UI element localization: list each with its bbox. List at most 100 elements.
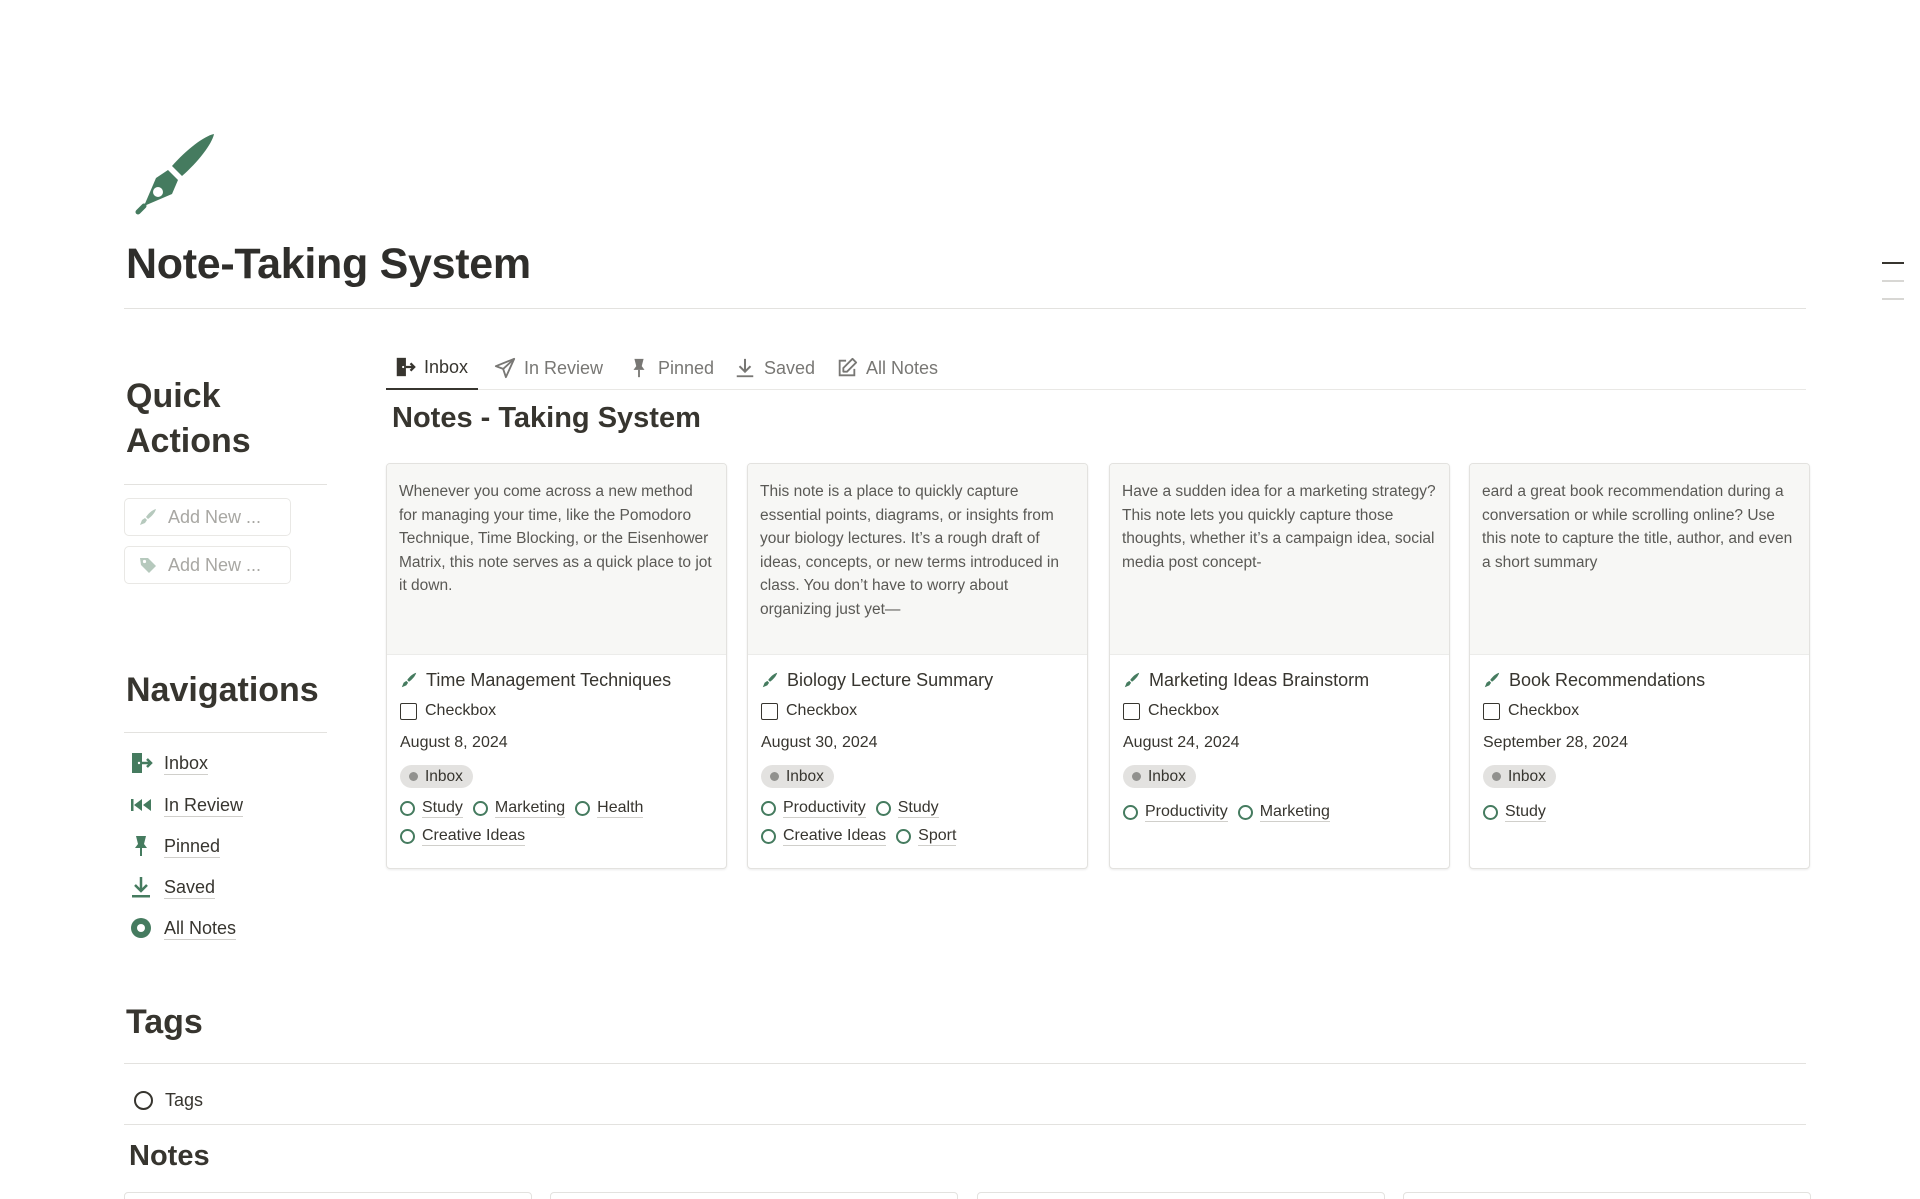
note-card[interactable]: Whenever you come across a new method fo… [386, 463, 727, 869]
nav-item-pinned[interactable]: Pinned [128, 831, 221, 861]
record-circle-icon [128, 915, 154, 941]
tab-all-notes[interactable]: All Notes [836, 346, 938, 390]
card-checkbox[interactable]: Checkbox [400, 701, 713, 721]
card-title[interactable]: Book Recommendations [1483, 667, 1796, 693]
status-badge: Inbox [1483, 765, 1556, 788]
circle-icon [875, 800, 891, 816]
add-new-note-button[interactable]: Add New ... [124, 498, 291, 536]
card-date: September 28, 2024 [1483, 734, 1628, 751]
tab-inbox[interactable]: Inbox [386, 346, 479, 390]
quick-actions-divider [124, 484, 327, 485]
quick-actions-heading: Quick Actions [126, 377, 251, 460]
card-preview: This note is a place to quickly capture … [748, 464, 1087, 655]
circle-icon [400, 828, 415, 844]
title-divider [124, 308, 1806, 309]
tag-icon [140, 558, 156, 573]
tag-chip[interactable]: Study [875, 794, 939, 822]
circle-icon [1123, 804, 1138, 820]
note-card-partial[interactable] [124, 1192, 532, 1199]
tag-chip[interactable]: Sport [896, 822, 957, 850]
card-tags: Productivity Marketing [1123, 798, 1436, 826]
card-title[interactable]: Biology Lecture Summary [761, 667, 1074, 693]
circle-icon [472, 800, 488, 816]
tag-chip[interactable]: Creative Ideas [400, 822, 526, 850]
card-checkbox[interactable]: Checkbox [761, 701, 1074, 721]
card-date: August 8, 2024 [400, 734, 508, 751]
download-icon [736, 358, 754, 378]
circle-icon [1483, 804, 1498, 820]
tag-chip[interactable]: Study [400, 794, 463, 822]
note-card-partial[interactable] [977, 1192, 1385, 1199]
nav-item-inbox[interactable]: Inbox [128, 748, 209, 778]
door-exit-icon [396, 357, 416, 377]
card-tags: Productivity Study Creative Ideas Sport [761, 794, 1074, 850]
checkbox-icon [1123, 702, 1140, 720]
pen-icon [401, 672, 417, 688]
pen-icon [1484, 672, 1500, 688]
add-new-tag-button[interactable]: Add New ... [124, 546, 291, 584]
navigations-heading: Navigations [126, 671, 319, 709]
circle-icon [761, 828, 776, 844]
tags-bottom-divider [124, 1124, 1806, 1125]
tag-chip[interactable]: Creative Ideas [761, 822, 887, 850]
note-card[interactable]: Have a sudden idea for a marketing strat… [1109, 463, 1450, 869]
circle-icon [400, 800, 415, 816]
pin-icon [128, 833, 154, 859]
tag-chip[interactable]: Marketing [472, 794, 566, 822]
circle-icon [1237, 804, 1253, 820]
page-title: Note-Taking System [126, 240, 531, 288]
checkbox-icon [761, 702, 778, 720]
pen-icon [140, 509, 156, 525]
tag-chip[interactable]: Health [575, 794, 644, 822]
note-card[interactable]: This note is a place to quickly capture … [747, 463, 1088, 869]
nav-item-in-review[interactable]: In Review [128, 790, 244, 820]
tab-pinned[interactable]: Pinned [628, 346, 714, 390]
tag-chip[interactable]: Study [1483, 798, 1546, 826]
status-badge: Inbox [1123, 765, 1196, 788]
navigations-divider [124, 732, 327, 733]
circle-icon [896, 828, 912, 844]
edit-icon [838, 357, 858, 377]
tag-chip[interactable]: Marketing [1237, 798, 1330, 826]
note-card-partial[interactable] [550, 1192, 958, 1199]
pen-icon [1124, 672, 1140, 688]
checkbox-icon [400, 702, 417, 720]
card-checkbox[interactable]: Checkbox [1483, 701, 1796, 721]
pen-icon [762, 672, 778, 688]
card-date: August 24, 2024 [1123, 734, 1240, 751]
download-icon [128, 874, 154, 900]
card-tags: Study Marketing Health Creative Ideas [400, 794, 713, 850]
nav-item-all-notes[interactable]: All Notes [128, 913, 237, 943]
tag-chip[interactable]: Productivity [761, 794, 866, 822]
table-of-contents-indicator[interactable] [1882, 262, 1904, 316]
circle-icon [761, 800, 776, 816]
card-preview: Have a sudden idea for a marketing strat… [1110, 464, 1449, 655]
nav-item-saved[interactable]: Saved [128, 872, 216, 902]
card-title[interactable]: Marketing Ideas Brainstorm [1123, 667, 1436, 693]
door-exit-icon [128, 750, 154, 776]
database-title: Notes - Taking System [392, 402, 701, 434]
tab-saved[interactable]: Saved [734, 346, 815, 390]
note-card[interactable]: eard a great book recommendation during … [1469, 463, 1810, 869]
card-checkbox[interactable]: Checkbox [1123, 701, 1436, 721]
tags-heading: Tags [126, 1003, 203, 1041]
checkbox-icon [1483, 702, 1500, 720]
card-title[interactable]: Time Management Techniques [400, 667, 713, 693]
paper-plane-icon [494, 357, 516, 379]
note-card-partial[interactable] [1403, 1192, 1811, 1199]
view-tabs: Inbox In Review Pinned Saved All Notes [386, 346, 1806, 390]
card-preview: eard a great book recommendation during … [1470, 464, 1809, 655]
tags-divider [124, 1063, 1806, 1064]
status-badge: Inbox [761, 765, 834, 788]
notes-heading: Notes [129, 1140, 210, 1172]
tag-chip[interactable]: Productivity [1123, 798, 1228, 826]
circle-icon [575, 800, 591, 816]
rewind-icon [128, 792, 154, 818]
circle-icon [134, 1091, 153, 1110]
tags-link[interactable]: Tags [134, 1090, 203, 1111]
card-tags: Study [1483, 798, 1796, 826]
card-date: August 30, 2024 [761, 734, 878, 751]
tab-in-review[interactable]: In Review [494, 346, 603, 390]
fountain-pen-icon [135, 134, 214, 215]
card-preview: Whenever you come across a new method fo… [387, 464, 726, 655]
